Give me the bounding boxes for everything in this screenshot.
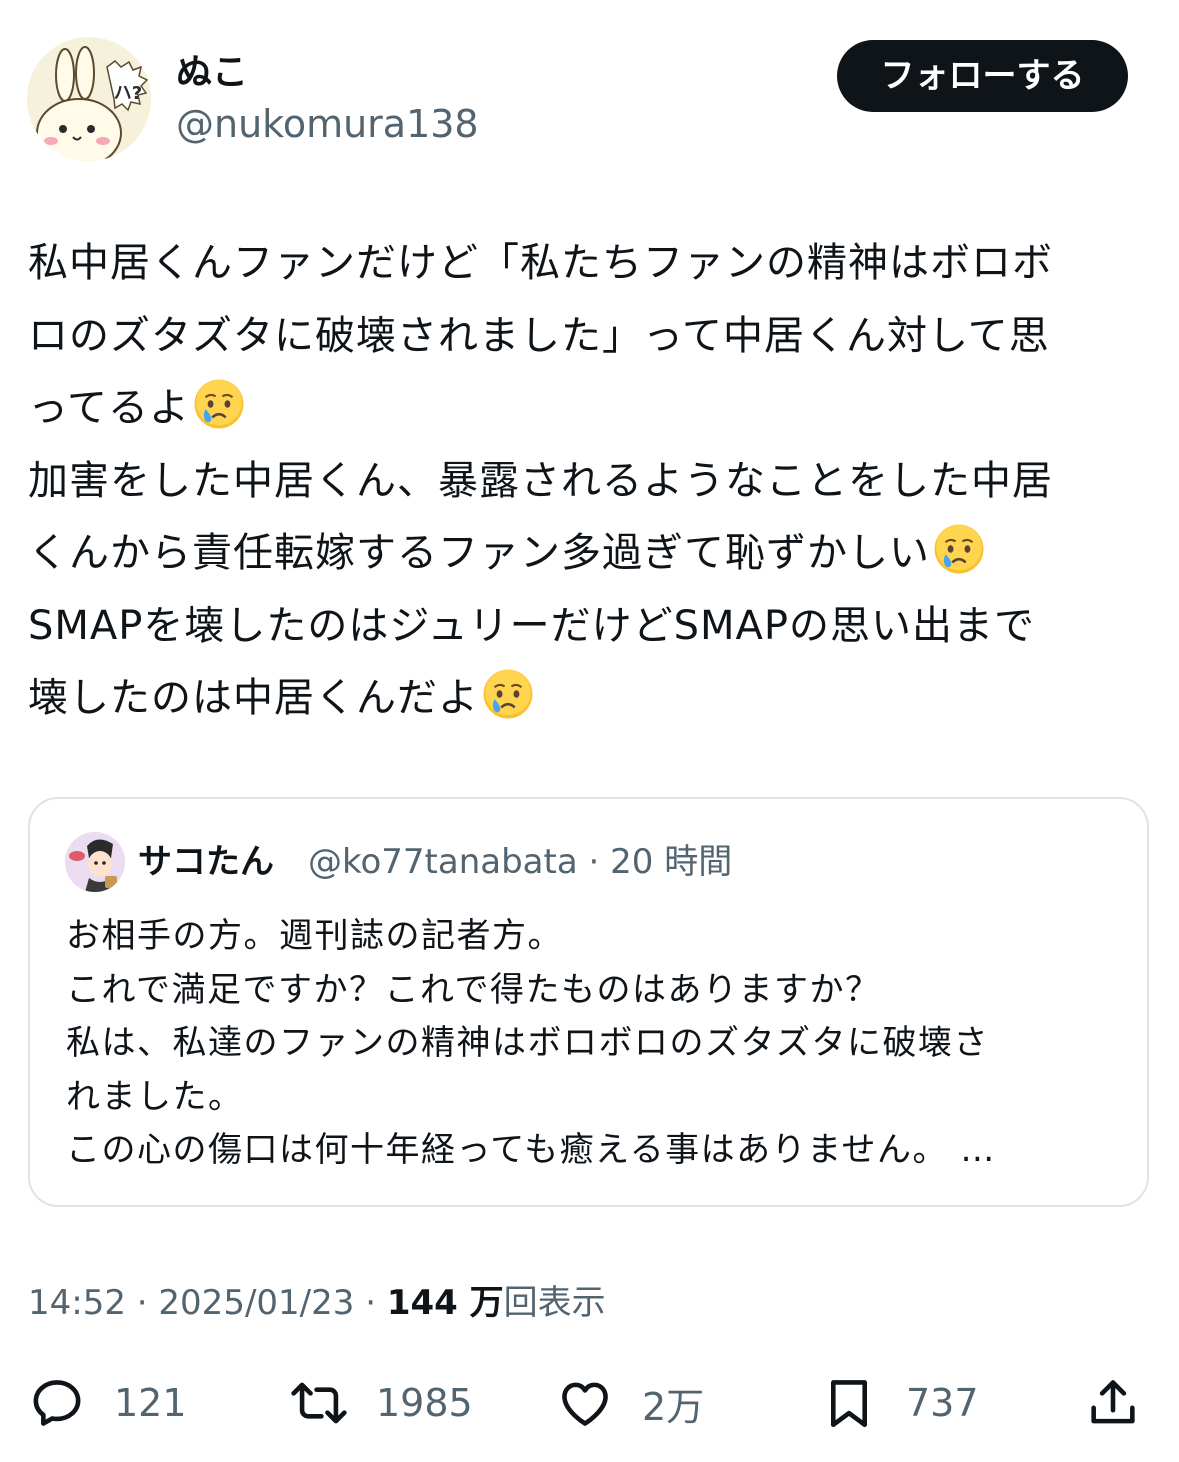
meta-separator: · [588,842,600,882]
bookmark-button[interactable]: 737 [820,1370,979,1436]
meta-separator: · [365,1283,377,1323]
share-button[interactable] [1084,1370,1142,1436]
views-label: 回表示 [503,1283,606,1323]
quoted-line: この心の傷口は何十年経っても癒える事はありません。 … [66,1130,996,1170]
tweet-meta-row: 14:52 · 2025/01/23 · 144 万回表示 [28,1280,606,1326]
author-handle[interactable]: @nukomura138 [176,100,479,148]
reply-count: 121 [114,1381,187,1425]
quoted-author-name: サコたん [138,842,274,882]
tweet-line: 私中居くんファンだけど「私たちファンの精神はボロボ [28,240,1053,286]
tweet-header: ハ? ぬこ @nukomura138 フォローする [0,0,1179,180]
crying-face-emoji-icon [192,377,246,431]
avatar-text: ハ? [114,83,142,104]
tweet-date[interactable]: 2025/01/23 [158,1283,354,1323]
author-display-name[interactable]: ぬこ [176,50,248,96]
tweet-text: 私中居くんファンだけど「私たちファンの精神はボロボ ロのズタズタに破壊されました… [28,227,1153,735]
follow-button[interactable]: フォローする [837,40,1128,112]
retweet-icon [291,1382,347,1424]
quoted-time-ago: 20 時間 [610,842,733,882]
author-avatar[interactable]: ハ? [27,37,151,161]
quoted-line: お相手の方。週刊誌の記者方。 [66,916,563,956]
reply-icon [33,1380,81,1426]
tweet-line: ロのズタズタに破壊されました」って中居くん対して思 [28,312,1050,359]
tweet-line: くんから責任転嫁するファン多過ぎて恥ずかしい [28,530,930,576]
rabbit-character-icon: ハ? [27,37,151,161]
share-icon [1091,1380,1135,1424]
heart-icon [562,1382,608,1426]
like-button[interactable]: 2万 [556,1370,704,1436]
tweet-line: 加害をした中居くん、暴露されるようなことをした中居 [28,457,1053,504]
tweet-line: 壊したのは中居くんだよ [28,675,479,721]
quoted-line: 私は、私達のファンの精神はボロボロのズタズタに破壊さ [66,1023,989,1063]
tweet-time[interactable]: 14:52 [28,1283,126,1323]
bookmark-icon [830,1380,868,1428]
views-count: 144 万 [386,1283,504,1323]
bookmark-count: 737 [906,1381,979,1425]
tweet-line: SMAPを壊したのはジュリーだけどSMAPの思い出まで [28,602,1035,649]
like-count: 2万 [642,1384,705,1429]
reply-button[interactable]: 121 [28,1370,187,1436]
quoted-author-avatar [65,832,125,892]
quoted-line: れました。 [66,1076,244,1117]
retweet-count: 1985 [376,1381,473,1425]
quoted-tweet-card[interactable]: サコたん @ko77tanabata · 20 時間 お相手の方。週刊誌の記者方… [28,797,1149,1207]
tweet-line-with-emoji: 壊したのは中居くんだよ [28,662,1153,735]
meta-separator: · [136,1283,148,1323]
character-avatar-icon [65,832,125,892]
crying-face-emoji-icon [932,522,986,576]
tweet-line: ってるよ [28,385,190,431]
quoted-tweet-text: お相手の方。週刊誌の記者方。 これで満足ですか？これで得たものはありますか？ 私… [66,910,1126,1178]
retweet-button[interactable]: 1985 [290,1370,473,1436]
crying-face-emoji-icon [481,667,535,721]
quoted-tweet-meta: @ko77tanabata · 20 時間 [308,839,732,885]
quoted-author-handle: @ko77tanabata [308,842,578,882]
tweet-line-with-emoji: くんから責任転嫁するファン多過ぎて恥ずかしい [28,517,1153,590]
quoted-line: これで満足ですか？これで得たものはありますか？ [66,969,881,1010]
action-bar: 121 1985 2万 737 [0,1370,1179,1440]
tweet-line-with-emoji: ってるよ [28,372,1153,445]
